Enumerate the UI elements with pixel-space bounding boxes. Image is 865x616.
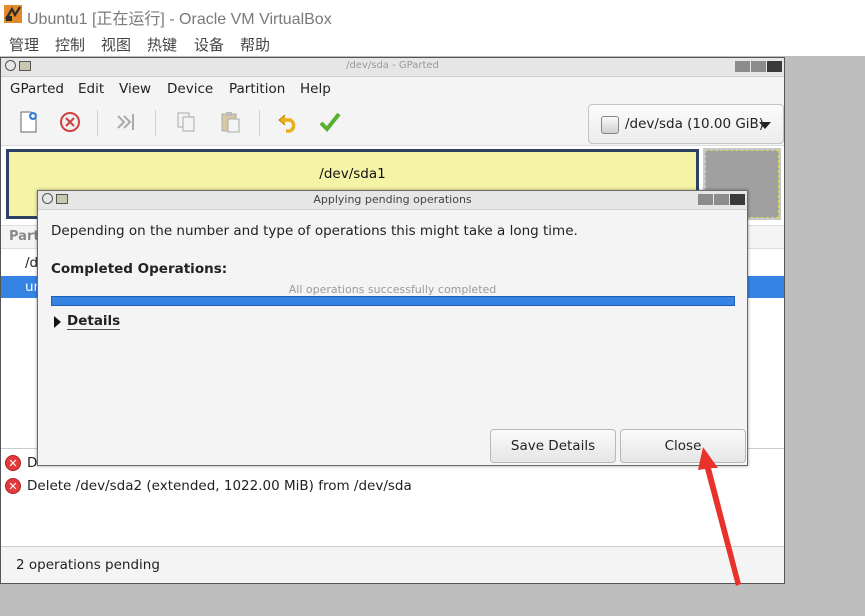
host-menu-devices[interactable]: 设备 bbox=[194, 34, 224, 55]
delete-operation-icon: ✕ bbox=[5, 455, 21, 471]
partition-block-label: /dev/sda1 bbox=[319, 166, 386, 182]
minimize-button[interactable] bbox=[698, 194, 713, 205]
save-details-button[interactable]: Save Details bbox=[490, 429, 616, 463]
gparted-menu-bar: GParted Edit View Device Partition Help bbox=[1, 77, 784, 101]
chevron-down-icon bbox=[759, 122, 771, 129]
progress-text: All operations successfully completed bbox=[288, 283, 497, 296]
host-menu-view[interactable]: 视图 bbox=[101, 34, 131, 55]
paste-icon[interactable] bbox=[217, 109, 243, 135]
host-menu-bar: 管理 控制 视图 热键 设备 帮助 bbox=[0, 30, 865, 56]
expander-arrow-icon bbox=[54, 316, 61, 328]
close-window-button[interactable] bbox=[730, 194, 745, 205]
menu-gparted[interactable]: GParted bbox=[10, 81, 64, 97]
apply-operations-dialog: Applying pending operations Depending on… bbox=[37, 190, 748, 466]
operation-text: D bbox=[27, 455, 38, 471]
host-window-title: Ubuntu1 [正在运行] - Oracle VM VirtualBox bbox=[27, 11, 332, 28]
resize-move-icon[interactable] bbox=[113, 109, 139, 135]
column-header-partition[interactable]: Part bbox=[9, 229, 40, 244]
minimize-button[interactable] bbox=[735, 61, 750, 72]
menu-help[interactable]: Help bbox=[300, 81, 331, 97]
operation-item: ✕ Delete /dev/sda2 (extended, 1022.00 Mi… bbox=[5, 476, 775, 496]
close-window-button[interactable] bbox=[767, 61, 782, 72]
menu-device[interactable]: Device bbox=[167, 81, 213, 97]
maximize-button[interactable] bbox=[751, 61, 766, 72]
hard-disk-icon bbox=[601, 116, 619, 134]
apply-icon[interactable] bbox=[317, 109, 343, 135]
delete-operation-icon: ✕ bbox=[5, 478, 21, 494]
gparted-toolbar: /dev/sda (10.00 GiB) bbox=[1, 101, 784, 146]
maximize-button[interactable] bbox=[714, 194, 729, 205]
host-title-bar: Ubuntu1 [正在运行] - Oracle VM VirtualBox bbox=[0, 0, 865, 30]
dialog-message: Depending on the number and type of oper… bbox=[51, 223, 578, 239]
gparted-window-title: /dev/sda - GParted bbox=[346, 60, 439, 71]
device-selector[interactable]: /dev/sda (10.00 GiB) bbox=[588, 104, 784, 144]
status-text: 2 operations pending bbox=[16, 557, 160, 573]
copy-icon[interactable] bbox=[173, 109, 199, 135]
operation-text: Delete /dev/sda2 (extended, 1022.00 MiB)… bbox=[27, 478, 412, 494]
host-menu-help[interactable]: 帮助 bbox=[240, 34, 270, 55]
host-menu-manage[interactable]: 管理 bbox=[9, 34, 39, 55]
progress-bar bbox=[51, 296, 735, 306]
close-button[interactable]: Close bbox=[620, 429, 746, 463]
undo-icon[interactable] bbox=[275, 109, 301, 135]
status-bar: 2 operations pending bbox=[1, 546, 784, 583]
progress-bar-fill bbox=[52, 297, 734, 305]
host-menu-hotkey[interactable]: 热键 bbox=[147, 34, 177, 55]
menu-edit[interactable]: Edit bbox=[78, 81, 104, 97]
host-menu-control[interactable]: 控制 bbox=[55, 34, 85, 55]
details-label: Details bbox=[67, 313, 121, 330]
gparted-title-bar: /dev/sda - GParted bbox=[1, 58, 784, 77]
menu-partition[interactable]: Partition bbox=[229, 81, 285, 97]
virtualbox-icon bbox=[4, 5, 22, 23]
device-selector-label: /dev/sda (10.00 GiB) bbox=[625, 116, 765, 132]
completed-operations-heading: Completed Operations: bbox=[51, 261, 228, 277]
menu-view[interactable]: View bbox=[119, 81, 151, 97]
dialog-title-bar: Applying pending operations bbox=[38, 191, 747, 210]
new-partition-icon[interactable] bbox=[15, 109, 41, 135]
dialog-title: Applying pending operations bbox=[313, 193, 472, 206]
delete-icon[interactable] bbox=[57, 109, 83, 135]
